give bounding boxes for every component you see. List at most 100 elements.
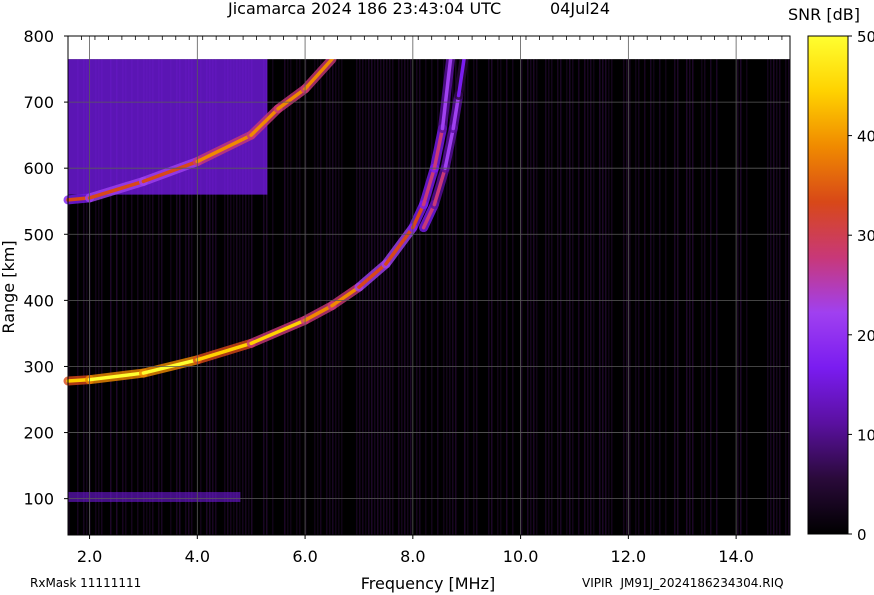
- noise-column: [785, 59, 787, 536]
- filename-label: VIPIR JM91J_2024186234304.RIQ: [582, 576, 784, 590]
- y-tick-label: 200: [23, 424, 54, 443]
- noise-column: [317, 59, 319, 536]
- colorbar-tick-label: 10: [857, 426, 874, 444]
- x-tick-label: 2.0: [77, 547, 102, 566]
- noise-column: [629, 59, 631, 536]
- x-tick-label: 14.0: [718, 547, 754, 566]
- noise-column: [626, 59, 628, 536]
- noise-column: [587, 59, 589, 536]
- plot-area: [63, 35, 791, 536]
- noise-column: [545, 59, 547, 536]
- colorbar-tick-label: 20: [857, 327, 874, 345]
- noise-column: [602, 59, 604, 536]
- noise-column: [710, 59, 712, 536]
- y-tick-label: 400: [23, 291, 54, 310]
- noise-column: [359, 59, 361, 536]
- noise-column: [572, 59, 574, 536]
- noise-column: [650, 59, 652, 536]
- noise-column: [296, 59, 298, 536]
- noise-column: [704, 59, 706, 536]
- noise-column: [512, 59, 514, 536]
- noise-column: [653, 59, 655, 536]
- noise-column: [467, 59, 469, 536]
- noise-column: [692, 59, 694, 536]
- plot-white-band: [68, 36, 790, 60]
- colorbar-scale: [807, 35, 849, 535]
- y-tick-label: 700: [23, 93, 54, 112]
- noise-column: [419, 59, 421, 536]
- noise-column: [605, 59, 607, 536]
- noise-column: [770, 59, 772, 536]
- noise-column: [677, 59, 679, 536]
- noise-column: [383, 59, 385, 536]
- noise-column: [407, 59, 409, 536]
- noise-column: [548, 59, 550, 536]
- noise-column: [590, 59, 592, 536]
- noise-column: [416, 59, 418, 536]
- colorbar-tick-label: 0: [857, 526, 867, 544]
- y-tick-label: 500: [23, 225, 54, 244]
- noise-column: [365, 59, 367, 536]
- noise-column: [740, 59, 742, 536]
- noise-column: [386, 59, 388, 536]
- noise-column: [272, 59, 274, 536]
- noise-column: [497, 59, 499, 536]
- colorbar-ticks: 0 10 20 30 40 50: [848, 28, 874, 544]
- noise-column: [536, 59, 538, 536]
- noise-column: [593, 59, 595, 536]
- noise-column: [776, 59, 778, 536]
- noise-column: [488, 59, 490, 536]
- x-tick-label: 12.0: [611, 547, 647, 566]
- noise-column: [284, 59, 286, 536]
- y-axis-label: Range [km]: [0, 240, 18, 333]
- noise-column: [521, 59, 523, 536]
- noise-column: [737, 59, 739, 536]
- noise-column: [527, 59, 529, 536]
- noise-column: [689, 59, 691, 536]
- noise-column: [332, 59, 334, 536]
- noise-column: [659, 59, 661, 536]
- chart-date: 04Jul24: [550, 0, 610, 18]
- noise-column: [299, 59, 301, 536]
- noise-column: [326, 59, 328, 536]
- rxmask-label: RxMask 11111111: [30, 576, 142, 590]
- noise-column: [362, 59, 364, 536]
- noise-column: [551, 59, 553, 536]
- y-axis: 100 200 300 400 500 600 700 800: [23, 27, 68, 509]
- noise-column: [635, 59, 637, 536]
- noise-column: [314, 59, 316, 536]
- noise-column: [530, 59, 532, 536]
- noise-column: [767, 59, 769, 536]
- noise-column: [290, 59, 292, 536]
- noise-column: [389, 59, 391, 536]
- noise-column: [557, 59, 559, 536]
- noise-column: [611, 59, 613, 536]
- noise-column: [560, 59, 562, 536]
- y-tick-label: 100: [23, 490, 54, 509]
- noise-column: [491, 59, 493, 536]
- y-tick-label: 600: [23, 159, 54, 178]
- noise-column: [374, 59, 376, 536]
- noise-column: [578, 59, 580, 536]
- noise-column: [410, 59, 412, 536]
- noise-column: [431, 59, 433, 536]
- y-tick-label: 300: [23, 357, 54, 376]
- noise-column: [476, 59, 478, 536]
- noise-column: [773, 59, 775, 536]
- noise-column: [287, 59, 289, 536]
- noise-column: [320, 59, 322, 536]
- noise-column: [398, 59, 400, 536]
- noise-column: [608, 59, 610, 536]
- ionogram-figure: Jicamarca 2024 186 23:43:04 UTC 04Jul24 …: [0, 0, 874, 593]
- noise-column: [368, 59, 370, 536]
- colorbar-tick-label: 40: [857, 128, 874, 146]
- noise-column: [674, 59, 676, 536]
- colorbar-tick-label: 50: [857, 28, 874, 46]
- noise-column: [623, 59, 625, 536]
- noise-column: [500, 59, 502, 536]
- noise-column: [371, 59, 373, 536]
- noise-column: [788, 59, 790, 536]
- noise-column: [377, 59, 379, 536]
- colorbar-tick-label: 30: [857, 227, 874, 245]
- noise-column: [335, 59, 337, 536]
